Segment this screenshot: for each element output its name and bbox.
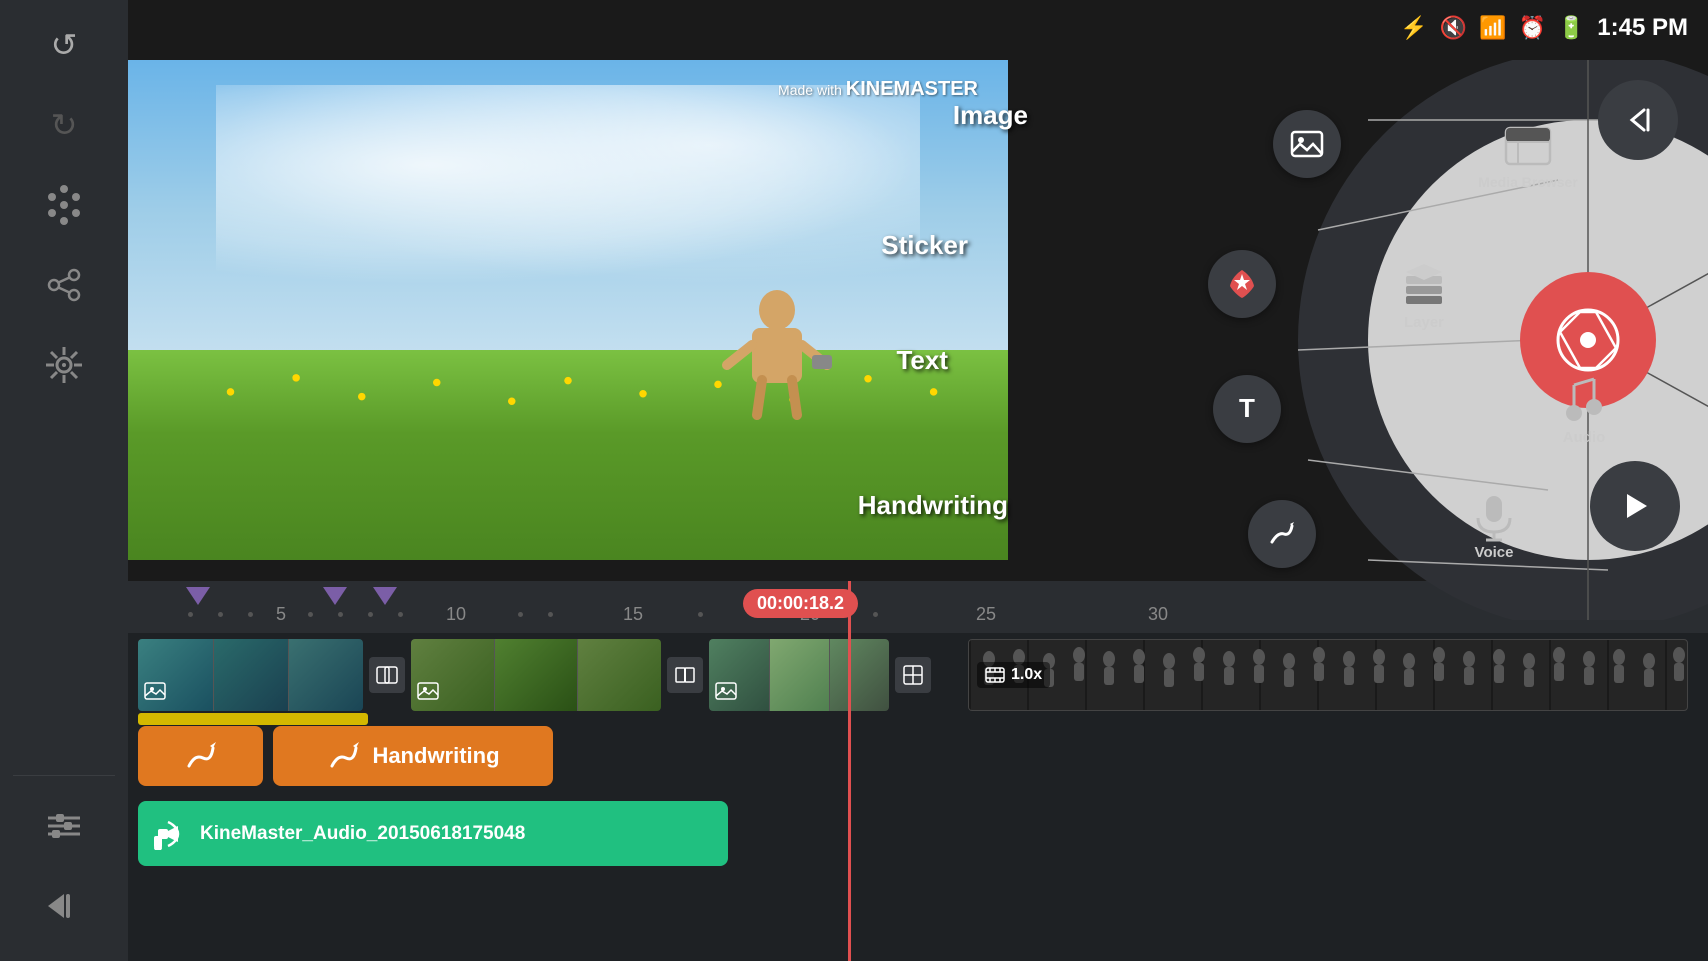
ruler-mark-15: 15	[623, 604, 643, 625]
voice-menu-item[interactable]: Voice	[1468, 490, 1520, 561]
undo-button[interactable]: ↺	[29, 10, 99, 80]
status-time: 1:45 PM	[1597, 14, 1688, 42]
video-clip-3[interactable]	[709, 639, 889, 711]
alarm-icon: ⏰	[1518, 15, 1545, 41]
sticker-menu-item[interactable]	[1208, 250, 1276, 318]
media-browser-menu-item[interactable]: Media Browser	[1468, 120, 1588, 191]
timeline-area: 5 10 15 20 25 30 00:00:18.2 00:01:24.8	[128, 581, 1708, 961]
handwriting-clip-2[interactable]: Handwriting	[273, 726, 553, 786]
handwriting-track: Handwriting	[138, 726, 553, 786]
settings-button[interactable]	[29, 330, 99, 400]
svg-text:T: T	[1239, 393, 1255, 423]
battery-icon: 🔋	[1558, 15, 1585, 41]
redo-button[interactable]: ↻	[29, 90, 99, 160]
audio-clip[interactable]: KineMaster_Audio_20150618175048	[138, 801, 728, 866]
film-clip[interactable]: 1.0x	[968, 639, 1688, 711]
ruler-mark-5: 5	[276, 604, 286, 625]
handwriting-menu-item[interactable]	[1248, 500, 1316, 568]
yellow-progress-bar	[138, 713, 368, 725]
handwriting-clip-1[interactable]	[138, 726, 263, 786]
film-track: 1.0x	[968, 639, 1688, 711]
audio-menu-item[interactable]: Audio	[1558, 375, 1610, 446]
transition-1[interactable]	[369, 657, 405, 693]
share-button[interactable]	[29, 250, 99, 320]
transition-2[interactable]	[667, 657, 703, 693]
video-track	[138, 639, 931, 711]
play-button[interactable]	[1590, 461, 1680, 551]
current-time: 00:00:18.2	[743, 589, 858, 618]
mute-icon: 🔇	[1440, 15, 1467, 41]
audio-label: KineMaster_Audio_20150618175048	[200, 823, 525, 845]
image-menu-item[interactable]	[1273, 110, 1341, 178]
video-clip-2[interactable]	[411, 639, 661, 711]
audio-track: KineMaster_Audio_20150618175048	[138, 801, 728, 866]
preview-area: Made with KINEMASTER	[128, 60, 1008, 560]
time-indicator-line	[848, 581, 851, 961]
back-button[interactable]	[1598, 80, 1678, 160]
wifi-icon: 📶	[1479, 15, 1506, 41]
watermark: Made with KINEMASTER	[778, 78, 978, 101]
sidebar-divider	[13, 775, 115, 776]
bluetooth-icon: ⚡	[1400, 15, 1427, 41]
text-menu-item[interactable]: T	[1213, 375, 1281, 443]
layer-menu-item[interactable]: Layer	[1398, 260, 1450, 331]
handwriting-label-clip: Handwriting	[372, 743, 499, 769]
adjust-button[interactable]	[29, 791, 99, 861]
transition-3[interactable]	[895, 657, 931, 693]
rewind-button[interactable]	[29, 871, 99, 941]
left-sidebar: ↺ ↻	[0, 0, 128, 961]
effects-button[interactable]	[29, 170, 99, 240]
ruler-mark-10: 10	[446, 604, 466, 625]
video-clip-1[interactable]	[138, 639, 363, 711]
ruler-mark-25: 25	[976, 604, 996, 625]
status-bar: ⚡ 🔇 📶 ⏰ 🔋 1:45 PM	[128, 0, 1708, 55]
